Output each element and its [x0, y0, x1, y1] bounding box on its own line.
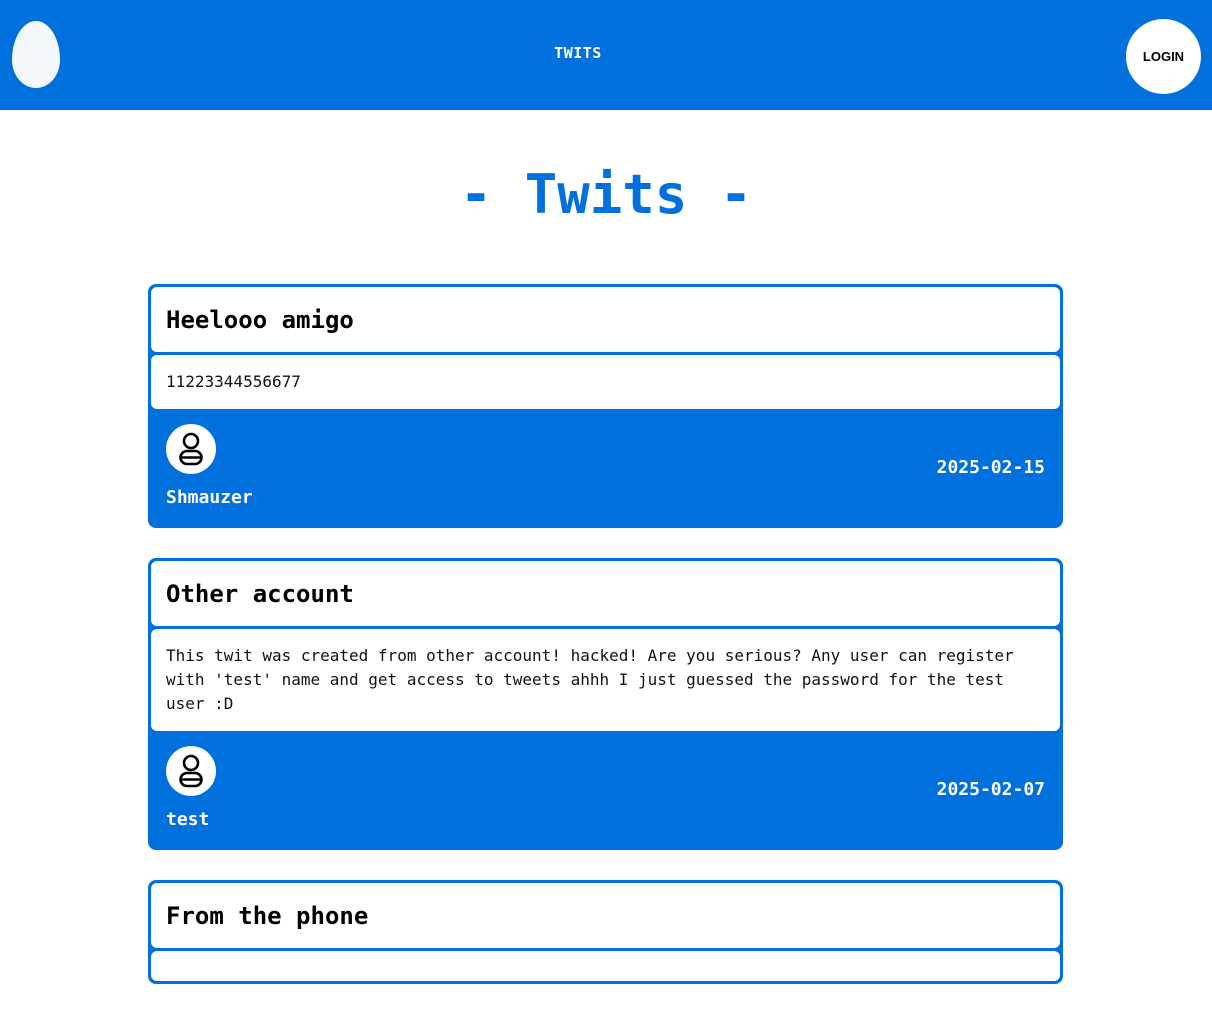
- twit-title: Heelooo amigo: [151, 287, 1060, 352]
- twit-card: Other account This twit was created from…: [148, 558, 1063, 850]
- author-name[interactable]: test: [166, 809, 209, 830]
- user-icon[interactable]: [166, 424, 216, 474]
- twit-body: This twit was created from other account…: [151, 629, 1060, 731]
- post-date: 2025-02-15: [936, 457, 1045, 478]
- twit-footer: Shmauzer 2025-02-15: [151, 409, 1060, 525]
- user-icon-glyph: [179, 432, 203, 466]
- twit-title: From the phone: [151, 883, 1060, 948]
- twit-title: Other account: [151, 561, 1060, 626]
- user-icon-glyph: [179, 754, 203, 788]
- top-navbar: TWITS LOGIN: [0, 0, 1212, 110]
- twit-feed: Heelooo amigo 11223344556677 Shmauzer 20…: [148, 284, 1063, 1014]
- post-date: 2025-02-07: [936, 779, 1045, 800]
- nav-title-link[interactable]: TWITS: [0, 44, 1156, 62]
- author-name[interactable]: Shmauzer: [166, 487, 253, 508]
- twit-footer: test 2025-02-07: [151, 731, 1060, 847]
- twit-body: [151, 951, 1060, 981]
- twit-card: From the phone: [148, 880, 1063, 984]
- login-button[interactable]: LOGIN: [1126, 19, 1201, 94]
- page-title: - Twits -: [459, 163, 753, 226]
- twit-card: Heelooo amigo 11223344556677 Shmauzer 20…: [148, 284, 1063, 528]
- twit-body: 11223344556677: [151, 355, 1060, 409]
- user-icon[interactable]: [166, 746, 216, 796]
